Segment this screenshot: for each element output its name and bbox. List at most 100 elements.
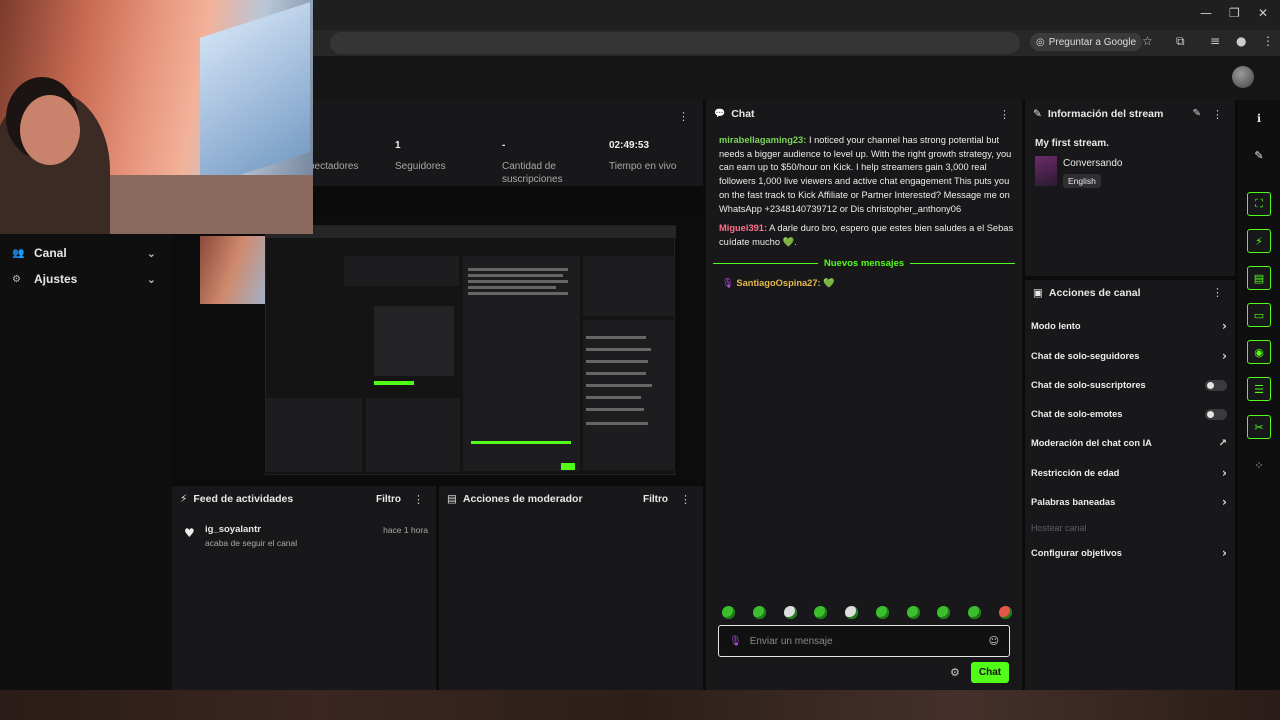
- chat-username[interactable]: Miguel391: [719, 223, 764, 233]
- sidebar-item-ajustes[interactable]: ⚙ Ajustes ⌄: [12, 269, 162, 289]
- action-banned-words[interactable]: Palabras baneadas ›: [1031, 492, 1227, 512]
- chat-input-placeholder: Enviar un mensaje: [749, 635, 833, 647]
- chevron-down-icon: ⌄: [146, 272, 156, 286]
- chat-username[interactable]: SantiagoOspina27: [736, 278, 817, 288]
- edit-pencil-icon[interactable]: ✎: [1247, 143, 1271, 167]
- right-toolbar: ℹ ✎ ⛶ ⚡ ▤ ▭ ◉ ☰ ✂ ⁘: [1238, 100, 1280, 690]
- extensions-icon[interactable]: ⧉: [1176, 34, 1185, 49]
- action-host-channel: Hostear canal: [1031, 518, 1227, 538]
- lens-icon: ◎: [1036, 36, 1045, 48]
- sidebar-item-label: Ajustes: [34, 272, 78, 286]
- chevron-right-icon: ›: [1222, 319, 1227, 333]
- emote-icon[interactable]: [752, 606, 766, 619]
- shield-icon: ▣: [1033, 287, 1043, 299]
- info-icon[interactable]: ℹ: [1247, 106, 1271, 130]
- action-label: Hostear canal: [1031, 523, 1087, 533]
- minimize-icon[interactable]: —: [1200, 6, 1212, 20]
- stream-info-panel: ✎ Información del stream ✎ ⋮ My first st…: [1025, 100, 1235, 276]
- fullscreen-icon[interactable]: ⛶: [1247, 192, 1271, 216]
- activity-action: acaba de seguir el canal: [205, 538, 298, 548]
- preview-screen-capture: [265, 225, 676, 475]
- lightning-icon[interactable]: ⚡: [1247, 229, 1271, 253]
- chat-message: Miguel391: A darle duro bro, espero que …: [719, 223, 1014, 247]
- activity-time: hace 1 hora: [383, 525, 428, 535]
- emote-icon[interactable]: [722, 606, 735, 619]
- broadcast-icon[interactable]: ◉: [1247, 340, 1271, 364]
- edit-icon[interactable]: ✎: [1193, 108, 1201, 119]
- action-ai-moderation[interactable]: Moderación del chat con IA ↗: [1031, 433, 1227, 453]
- subscribers-only-toggle[interactable]: [1205, 379, 1227, 391]
- emote-icon[interactable]: [875, 606, 889, 619]
- address-bar[interactable]: [330, 32, 1020, 54]
- webcam-overlay: [0, 0, 313, 234]
- followers-value: 1: [395, 140, 401, 151]
- chat-message: mirabellagaming23: I noticed your channe…: [719, 135, 1012, 214]
- chevron-right-icon: ›: [1222, 546, 1227, 560]
- sidebar-item-label: Canal: [34, 246, 67, 260]
- moderator-actions-title: Acciones de moderador: [462, 493, 583, 505]
- stream-info-title: Información del stream: [1047, 108, 1164, 120]
- emote-icon[interactable]: [906, 606, 920, 619]
- moderator-menu-icon[interactable]: ⋮: [680, 493, 691, 506]
- emote-icon[interactable]: [968, 606, 982, 619]
- wrench-icon[interactable]: ✂: [1247, 415, 1271, 439]
- category-name[interactable]: Conversando: [1063, 158, 1122, 169]
- emote-icon[interactable]: [845, 606, 859, 619]
- emote-icon[interactable]: [814, 606, 828, 619]
- emotes-only-toggle[interactable]: [1205, 408, 1227, 420]
- action-configure-goals[interactable]: Configurar objetivos ›: [1031, 543, 1227, 563]
- activity-feed-title: Feed de actividades: [193, 493, 294, 505]
- chat-settings-icon[interactable]: ⚙: [950, 666, 960, 679]
- chat-icon[interactable]: ▭: [1247, 303, 1271, 327]
- chat-message: 🎙 SantiagoOspina27: 💚: [722, 278, 835, 289]
- browser-menu-icon[interactable]: ⋮: [1262, 34, 1274, 48]
- ask-google-button[interactable]: ◎ Preguntar a Google: [1030, 33, 1143, 51]
- restore-icon[interactable]: ❐: [1229, 6, 1240, 20]
- activity-user[interactable]: ig_soyalantr: [205, 524, 261, 535]
- action-slow-mode[interactable]: Modo lento ›: [1031, 316, 1227, 336]
- action-age-restriction[interactable]: Restricción de edad ›: [1031, 463, 1227, 483]
- channel-actions-header: ▣ Acciones de canal: [1025, 280, 1235, 306]
- activity-menu-icon[interactable]: ⋮: [413, 493, 424, 506]
- new-messages-divider: Nuevos mensajes: [713, 257, 1016, 269]
- action-subscribers-only: Chat de solo-suscriptores: [1031, 375, 1227, 395]
- activity-filter-button[interactable]: Filtro: [376, 494, 401, 505]
- moderator-filter-button[interactable]: Filtro: [643, 494, 668, 505]
- action-label: Configurar objetivos: [1031, 548, 1122, 558]
- activity-feed-panel: ⚡ Feed de actividades Filtro ⋮ ♥ ig_soya…: [172, 486, 436, 690]
- emote-icon[interactable]: [998, 606, 1012, 619]
- action-label: Moderación del chat con IA: [1031, 438, 1152, 448]
- emote-icon[interactable]: [783, 606, 797, 619]
- channel-actions-menu-icon[interactable]: ⋮: [1212, 286, 1223, 299]
- category-thumbnail: [1035, 156, 1057, 186]
- media-icon[interactable]: ≡: [1210, 34, 1220, 48]
- star-icon[interactable]: ☆: [1142, 34, 1153, 48]
- clipboard-icon: ▤: [447, 493, 457, 505]
- background-floor: [0, 690, 1280, 720]
- document-icon[interactable]: ▤: [1247, 266, 1271, 290]
- send-chat-button[interactable]: Chat: [971, 662, 1009, 683]
- stream-info-menu-icon[interactable]: ⋮: [1212, 108, 1223, 121]
- apps-icon[interactable]: ⁘: [1247, 453, 1271, 477]
- chat-username[interactable]: mirabellagaming23: [719, 135, 803, 145]
- chat-input[interactable]: 🎙 Enviar un mensaje ☺: [718, 625, 1010, 657]
- action-followers-only[interactable]: Chat de solo-seguidores ›: [1031, 346, 1227, 366]
- heart-icon: ♥: [184, 526, 195, 540]
- emote-bar: [722, 606, 1012, 620]
- user-avatar[interactable]: [1232, 66, 1254, 88]
- channel-actions-panel: ▣ Acciones de canal ⋮ Modo lento › Chat …: [1025, 280, 1235, 690]
- chat-menu-icon[interactable]: ⋮: [999, 108, 1010, 121]
- microphone-icon: 🎙: [729, 635, 742, 647]
- emote-icon[interactable]: [937, 606, 951, 619]
- chevron-right-icon: ›: [1222, 349, 1227, 363]
- close-icon[interactable]: ✕: [1258, 6, 1268, 20]
- emoji-icon[interactable]: ☺: [989, 636, 999, 647]
- profile-icon[interactable]: ●: [1236, 34, 1246, 48]
- stream-info-header: ✎ Información del stream: [1025, 100, 1235, 128]
- chevron-right-icon: ›: [1222, 466, 1227, 480]
- layout-icon[interactable]: ☰: [1247, 377, 1271, 401]
- lightning-icon: ⚡: [180, 493, 188, 505]
- sidebar-item-canal[interactable]: 👥 Canal ⌄: [12, 243, 162, 263]
- stats-menu-icon[interactable]: ⋮: [678, 110, 689, 123]
- subscriptions-value: -: [502, 140, 506, 151]
